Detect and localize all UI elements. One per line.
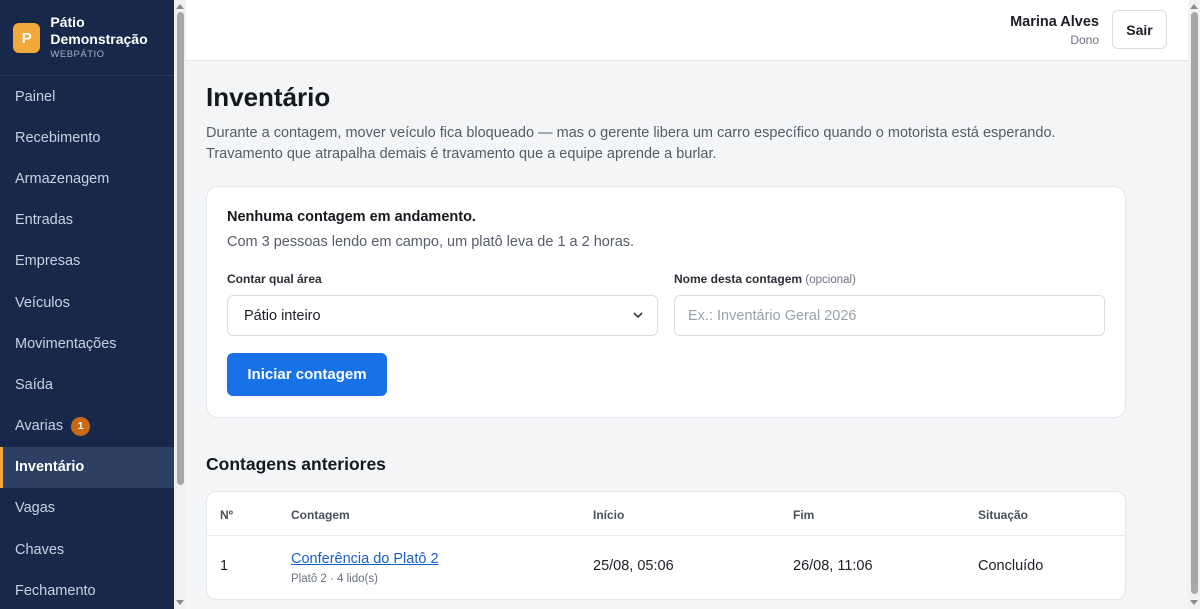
optional-hint: (opcional) (805, 274, 856, 286)
sidebar: P Pátio Demonstração WEBPÁTIO Painel Rec… (0, 0, 174, 609)
user-info: Marina Alves Dono (1010, 14, 1099, 47)
scroll-up-arrow-icon[interactable] (176, 4, 184, 9)
history-table: Nº Contagem Início Fim Situação 1 Confer… (206, 491, 1126, 600)
area-selected-value: Pátio inteiro (244, 307, 321, 324)
sidebar-item-saida[interactable]: Saída (0, 364, 174, 405)
sidebar-item-label: Inventário (15, 459, 85, 476)
history-title: Contagens anteriores (206, 454, 386, 474)
main-scroll-thumb[interactable] (1191, 12, 1198, 594)
row-status: Concluído (978, 558, 1044, 574)
scroll-down-arrow-icon[interactable] (1190, 600, 1198, 605)
sidebar-item-label: Fechamento (15, 582, 96, 599)
column-header-end: Fim (793, 508, 815, 522)
sidebar-item-empresas[interactable]: Empresas (0, 241, 174, 282)
row-end: 26/08, 11:06 (793, 558, 873, 574)
count-detail: Platô 2 · 4 lido(s) (291, 573, 378, 585)
brand-logo: P (13, 23, 41, 53)
main-content: Inventário Durante a contagem, mover veí… (206, 61, 1126, 600)
sidebar-item-movimentacoes[interactable]: Movimentações (0, 323, 174, 364)
brand-subtitle: WEBPÁTIO (50, 49, 105, 60)
sidebar-item-label: Chaves (15, 541, 65, 558)
area-field: Contar qual área Pátio inteiro (227, 272, 658, 336)
sidebar-item-label: Movimentações (15, 335, 117, 352)
sidebar-item-label: Avarias (15, 418, 64, 435)
sidebar-item-avarias[interactable]: Avarias 1 (0, 406, 174, 447)
sidebar-item-inventario[interactable]: Inventário (0, 446, 174, 488)
sidebar-item-label: Vagas (15, 500, 56, 517)
page-description: Durante a contagem, mover veículo fica b… (206, 125, 1056, 162)
chevron-down-icon (633, 310, 643, 322)
table-header: Nº Contagem Início Fim Situação (207, 492, 1125, 536)
sidebar-scrollbar[interactable] (174, 0, 186, 609)
topbar: Marina Alves Dono Sair (186, 0, 1188, 61)
row-number: 1 (220, 558, 229, 574)
table-row: 1 Conferência do Platô 2 Platô 2 · 4 lid… (207, 536, 1125, 600)
sidebar-item-label: Entradas (15, 212, 74, 229)
column-header-count: Contagem (291, 508, 350, 522)
column-header-start: Início (593, 508, 625, 522)
sidebar-item-vagas[interactable]: Vagas (0, 488, 174, 529)
count-name-input[interactable]: Ex.: Inventário Geral 2026 (674, 295, 1105, 336)
sidebar-nav: Painel Recebimento Armazenagem Entradas … (0, 76, 174, 609)
count-name-label: Nome desta contagem (opcional) (674, 272, 856, 286)
sidebar-item-label: Painel (15, 88, 56, 105)
sidebar-scroll-thumb[interactable] (177, 12, 184, 485)
user-name: Marina Alves (1010, 14, 1099, 30)
sidebar-item-fechamento[interactable]: Fechamento (0, 570, 174, 609)
sidebar-item-label: Recebimento (15, 129, 101, 146)
area-label: Contar qual área (227, 272, 322, 286)
sidebar-item-entradas[interactable]: Entradas (0, 200, 174, 241)
logout-button[interactable]: Sair (1112, 10, 1167, 49)
sidebar-item-label: Empresas (15, 253, 81, 270)
area-select[interactable]: Pátio inteiro (227, 295, 658, 336)
sidebar-item-label: Veículos (15, 294, 70, 311)
count-name-field: Nome desta contagem (opcional) Ex.: Inve… (674, 272, 1105, 336)
sidebar-item-label: Saída (15, 376, 53, 393)
brand[interactable]: P Pátio Demonstração WEBPÁTIO (0, 0, 174, 76)
sidebar-item-recebimento[interactable]: Recebimento (0, 117, 174, 158)
avarias-count-badge: 1 (71, 416, 91, 436)
main-scrollbar[interactable] (1188, 0, 1200, 609)
sidebar-item-painel[interactable]: Painel (0, 76, 174, 117)
sidebar-item-chaves[interactable]: Chaves (0, 529, 174, 570)
count-status-title: Nenhuma contagem em andamento. (227, 209, 476, 225)
start-count-button[interactable]: Iniciar contagem (227, 353, 387, 396)
sidebar-item-label: Armazenagem (15, 170, 110, 187)
row-start: 25/08, 05:06 (593, 558, 674, 574)
column-header-status: Situação (978, 508, 1029, 522)
brand-name: Pátio Demonstração (50, 14, 148, 47)
new-count-card: Nenhuma contagem em andamento. Com 3 pes… (206, 186, 1126, 418)
count-link[interactable]: Conferência do Platô 2 (291, 551, 439, 567)
scroll-up-arrow-icon[interactable] (1190, 4, 1198, 9)
scroll-down-arrow-icon[interactable] (176, 600, 184, 605)
column-header-number: Nº (220, 508, 234, 522)
count-status-subtitle: Com 3 pessoas lendo em campo, um platô l… (227, 234, 635, 250)
page-title: Inventário (206, 82, 331, 112)
sidebar-item-armazenagem[interactable]: Armazenagem (0, 158, 174, 199)
sidebar-item-veiculos[interactable]: Veículos (0, 282, 174, 323)
user-role: Dono (1070, 33, 1099, 47)
